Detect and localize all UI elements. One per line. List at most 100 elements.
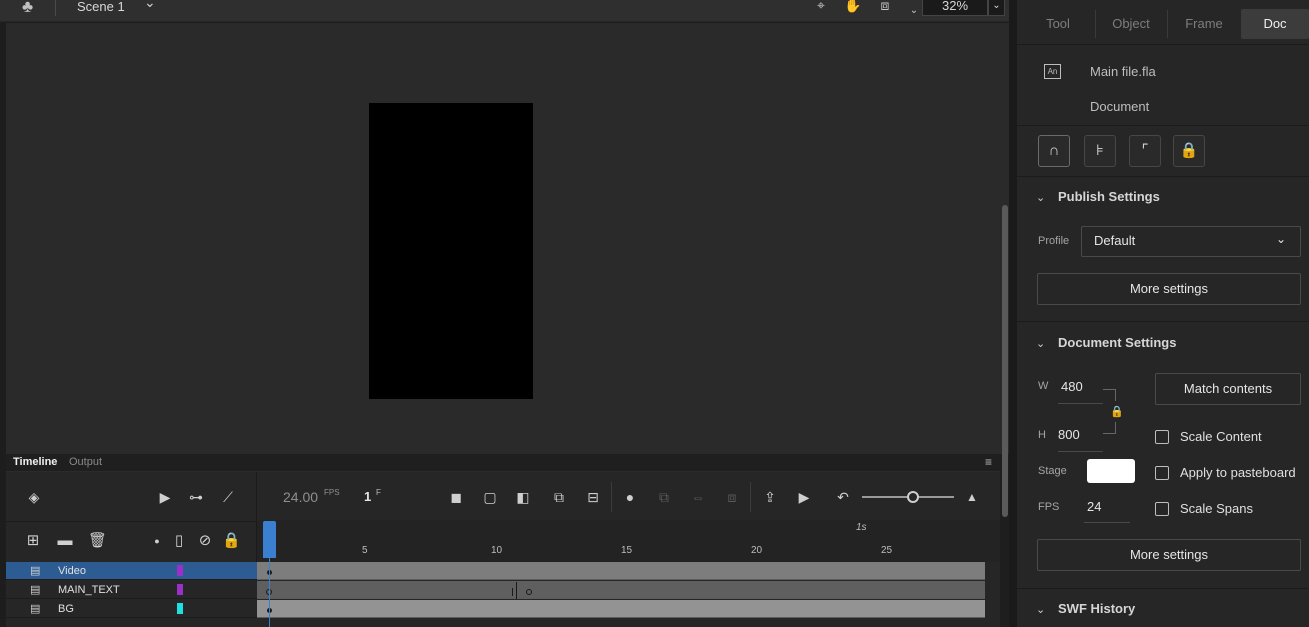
zoom-input[interactable]: 32% [922, 0, 988, 16]
remove-frame-icon[interactable]: ⊟ [584, 488, 602, 506]
tab-frame[interactable]: Frame [1170, 9, 1238, 39]
tab-object[interactable]: Object [1097, 9, 1165, 39]
chevron-down-icon[interactable]: ⌄ [1276, 232, 1286, 246]
fps-value[interactable]: 24.00 [283, 489, 318, 505]
folder-icon[interactable]: ▬ [56, 531, 74, 551]
frames-end-area [985, 562, 1000, 627]
profile-value[interactable]: Default [1094, 233, 1135, 248]
playhead[interactable] [263, 521, 276, 558]
chevron-down-icon[interactable]: ⌄ [1036, 603, 1045, 616]
layer-color-swatch[interactable] [177, 584, 183, 595]
graph-icon[interactable]: ⟋ [219, 488, 237, 506]
trash-icon[interactable]: 🗑 [88, 531, 107, 551]
fps-field[interactable]: 24 [1087, 499, 1101, 514]
layer-color-swatch[interactable] [177, 603, 183, 614]
layers-icon[interactable]: ◈ [25, 488, 43, 506]
ruler-tick: 25 [881, 545, 893, 556]
link-bracket [1103, 389, 1116, 401]
insert-keyframe-icon[interactable]: ◼ [447, 488, 465, 506]
scale-spans-label[interactable]: Scale Spans [1180, 501, 1253, 516]
onion-skin-icon[interactable]: ● [621, 488, 639, 506]
properties-panel [1017, 0, 1309, 627]
edit-multiple-frames-icon[interactable]: ⧉ [655, 488, 673, 506]
layer-controls [6, 522, 257, 562]
frames-row-main-text[interactable] [257, 581, 985, 599]
auto-keyframe-icon[interactable]: ⧉ [550, 488, 568, 506]
up-down-icon[interactable]: ⌃ ⌄ [905, 0, 923, 16]
width-field[interactable]: 480 [1061, 379, 1083, 394]
scale-content-label[interactable]: Scale Content [1180, 429, 1262, 444]
publish-settings-title[interactable]: Publish Settings [1058, 189, 1160, 204]
tab-divider [1167, 10, 1168, 38]
scale-content-checkbox[interactable] [1155, 430, 1169, 444]
document-more-settings-button[interactable]: More settings [1037, 539, 1301, 571]
camera-icon[interactable]: ▶ [156, 488, 174, 506]
layer-icon: ▤ [30, 603, 41, 615]
tab-timeline[interactable]: Timeline [13, 456, 57, 468]
outline-icon[interactable]: ▯ [170, 531, 188, 551]
match-contents-button[interactable]: Match contents [1155, 373, 1301, 405]
fps-label: FPS [1038, 501, 1060, 513]
frames-row-bg[interactable] [257, 600, 985, 618]
frames-row-video[interactable] [257, 562, 985, 580]
playhead-line [269, 558, 270, 627]
lock-aspect-icon[interactable]: 🔒 [1110, 405, 1124, 418]
stage-label: Stage [1038, 465, 1067, 477]
layer-name-main-text[interactable]: MAIN_TEXT [58, 584, 120, 596]
sync-icon[interactable]: ⧈ [723, 488, 741, 506]
swf-history-title[interactable]: SWF History [1058, 601, 1135, 616]
current-frame-value[interactable]: 1 [364, 489, 371, 504]
tab-doc[interactable]: Doc [1241, 9, 1309, 39]
new-layer-icon[interactable]: ⊞ [24, 531, 42, 551]
mountain-icon[interactable]: ▲ [963, 488, 981, 506]
tab-output[interactable]: Output [69, 456, 102, 468]
document-settings-title[interactable]: Document Settings [1058, 335, 1176, 350]
play-icon[interactable]: ▶ [795, 488, 813, 506]
vertical-scrollbar-thumb[interactable] [1002, 205, 1008, 517]
layer-name-bg[interactable]: BG [58, 603, 74, 615]
zoom-slider-knob[interactable] [907, 491, 919, 503]
export-icon[interactable]: ⇪ [761, 488, 779, 506]
tab-tool[interactable]: Tool [1024, 9, 1092, 39]
document-type: Document [1090, 99, 1150, 114]
insert-blank-keyframe-icon[interactable]: ▢ [481, 488, 499, 506]
apply-pasteboard-label[interactable]: Apply to pasteboard [1180, 465, 1296, 480]
document-badge: An [1044, 64, 1061, 79]
guides-button[interactable]: ⊧ [1084, 135, 1116, 167]
width-underline [1058, 403, 1103, 404]
divider [1017, 321, 1309, 322]
layer-icon: ▤ [30, 565, 41, 577]
stage-canvas[interactable] [369, 103, 533, 399]
panel-divider[interactable] [1009, 0, 1017, 627]
panel-menu-icon[interactable]: ≡ [985, 455, 992, 469]
hand-icon[interactable]: ✋ [844, 0, 862, 15]
rulers-button[interactable]: ⌜ [1129, 135, 1161, 167]
apply-pasteboard-checkbox[interactable] [1155, 466, 1169, 480]
layer-color-swatch[interactable] [177, 565, 183, 576]
scale-spans-checkbox[interactable] [1155, 502, 1169, 516]
insert-frame-icon[interactable]: ◧ [514, 488, 532, 506]
chevron-down-icon[interactable]: ⌄ [1036, 337, 1045, 350]
clip-icon[interactable]: ⧈ [876, 0, 894, 15]
hierarchy-icon[interactable]: ⊶ [187, 488, 205, 506]
toolbar-divider [611, 482, 612, 512]
publish-more-settings-button[interactable]: More settings [1037, 273, 1301, 305]
lock-icon[interactable]: 🔒 [222, 531, 241, 551]
loop-back-icon[interactable]: ↶ [834, 488, 852, 506]
chevron-down-icon[interactable]: ⌄ [1036, 191, 1045, 204]
dot-icon[interactable]: ● [148, 531, 166, 551]
height-field[interactable]: 800 [1058, 427, 1080, 442]
scene-name[interactable]: Scene 1 [77, 0, 125, 14]
zoom-chevron-down-icon[interactable]: ⌄ [988, 0, 1005, 16]
stage-color-swatch[interactable] [1087, 459, 1135, 483]
snap-icon[interactable]: ⌖ [812, 0, 830, 15]
snap-to-objects-button[interactable]: ∩ [1038, 135, 1070, 167]
keyframe-empty[interactable] [526, 589, 532, 595]
scene-chevron-down-icon[interactable]: ⌄ [144, 0, 156, 11]
layer-name-video[interactable]: Video [58, 565, 86, 577]
loop-icon[interactable]: ⇔ [689, 488, 707, 506]
document-name: Main file.fla [1090, 64, 1156, 79]
club-icon[interactable]: ♣ [22, 0, 42, 17]
visibility-icon[interactable]: ⊘ [196, 531, 214, 551]
lock-guides-button[interactable]: 🔒 [1173, 135, 1205, 167]
